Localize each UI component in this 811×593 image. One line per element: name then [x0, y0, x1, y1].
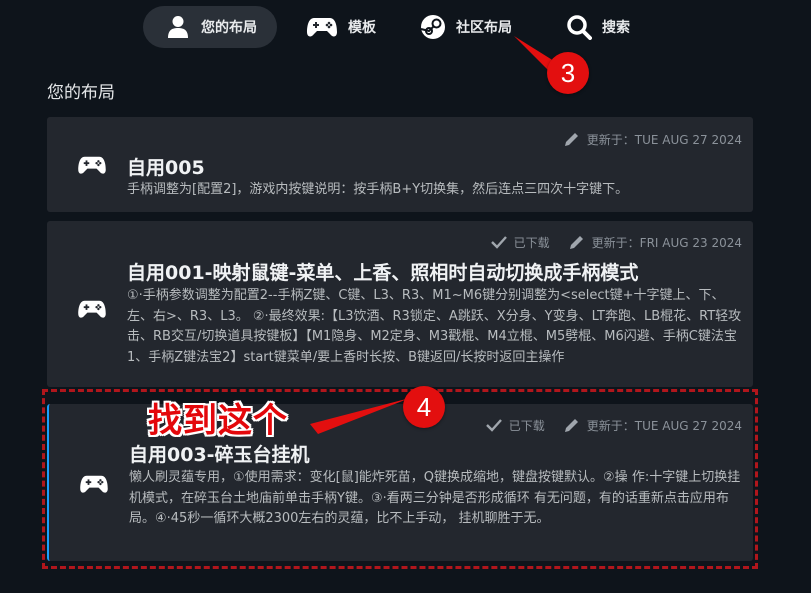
downloaded-status: 已下载 [485, 417, 545, 434]
annotation-badge-4: 4 [403, 386, 445, 428]
section-title: 您的布局 [47, 83, 115, 103]
updated-text: 更新于：TUE AUG 27 2024 [586, 418, 742, 433]
layout-meta: 已下载 更新于：FRI AUG 23 2024 [472, 233, 742, 251]
downloaded-text: 已下载 [508, 418, 545, 433]
tab-templates[interactable]: 模板 [306, 6, 376, 48]
annotation-find-text: 找到这个 [148, 401, 288, 441]
check-icon [490, 236, 507, 249]
updated-text: 更新于：FRI AUG 23 2024 [591, 235, 742, 250]
layout-description: 懒人刷灵蕴专用，①使用需求：变化[鼠]能炸死苗，Q键换成缩地，键盘按键默认。②操… [129, 470, 741, 526]
updated-text: 更新于：TUE AUG 27 2024 [586, 132, 742, 147]
tab-label: 模板 [348, 20, 376, 36]
tab-your-layouts[interactable]: 您的布局 [143, 6, 277, 48]
pencil-icon [569, 236, 583, 249]
tab-search[interactable]: 搜索 [566, 6, 630, 48]
layout-description: 手柄调整为[配置2]，游戏内按键说明：按手柄B+Y切换集，然后连点三四次十字键下… [127, 182, 629, 197]
layout-title: 自用001-映射鼠键-菜单、上香、照相时自动切换成手柄模式 [127, 262, 639, 284]
search-icon [566, 14, 592, 40]
layout-description: ①·手柄参数调整为配置2--手柄Z键、C键、L3、R3、M1~M6键分别调整为<… [127, 288, 742, 365]
layout-meta: 更新于：TUE AUG 27 2024 [545, 130, 742, 148]
layout-tabs: 您的布局 模板 社区布局 搜索 [0, 6, 811, 48]
tab-label: 搜索 [602, 20, 630, 36]
check-icon [485, 419, 502, 432]
layout-card[interactable]: 更新于：TUE AUG 27 2024 自用005 手柄调整为[配置2]，游戏内… [47, 117, 753, 212]
updated-date: 更新于：TUE AUG 27 2024 [563, 130, 742, 148]
person-icon [165, 14, 191, 40]
steam-icon [420, 14, 446, 40]
gamepad-icon [77, 298, 106, 320]
updated-date: 更新于：TUE AUG 27 2024 [563, 416, 742, 434]
annotation-badge-3: 3 [547, 52, 589, 94]
layout-meta: 已下载 更新于：TUE AUG 27 2024 [467, 416, 742, 434]
gamepad-icon [79, 473, 108, 495]
updated-date: 更新于：FRI AUG 23 2024 [568, 233, 742, 251]
layout-title: 自用003-碎玉台挂机 [129, 444, 310, 466]
gamepad-icon [306, 14, 338, 40]
tab-community-layouts[interactable]: 社区布局 [420, 6, 512, 48]
downloaded-status: 已下载 [490, 234, 550, 251]
gamepad-icon [77, 154, 106, 176]
downloaded-text: 已下载 [513, 235, 550, 250]
layout-title: 自用005 [127, 157, 205, 179]
pencil-icon [564, 133, 578, 146]
tab-label: 您的布局 [201, 20, 257, 36]
tab-label: 社区布局 [456, 20, 512, 36]
pencil-icon [564, 419, 578, 432]
layout-card[interactable]: 已下载 更新于：FRI AUG 23 2024 自用001-映射鼠键-菜单、上香… [47, 221, 753, 387]
